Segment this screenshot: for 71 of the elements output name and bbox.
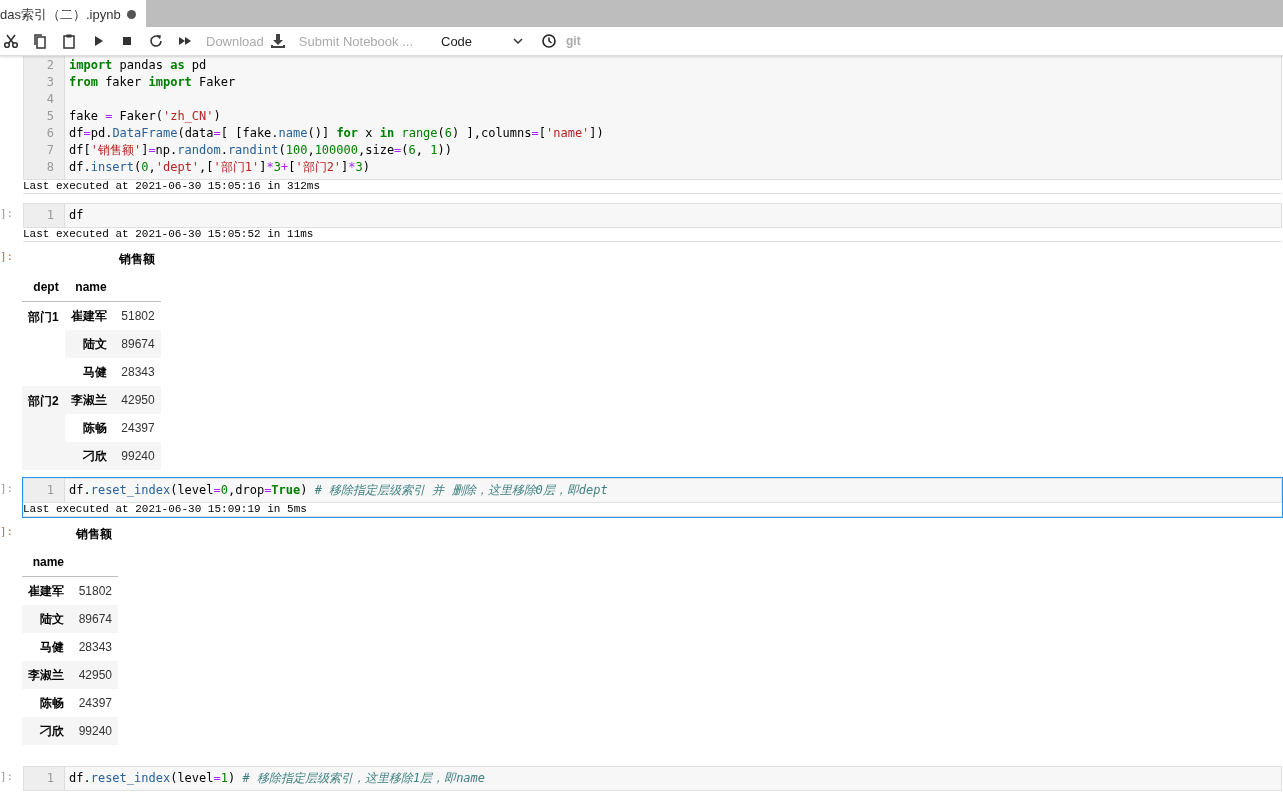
table-cell: 51802 (78, 584, 112, 598)
table-cell: 99240 (121, 449, 155, 463)
row-label: 陆文 (40, 611, 64, 626)
copy-icon[interactable] (32, 33, 48, 49)
code-line: fake = Faker('zh_CN') (69, 109, 221, 123)
line-number: 1 (46, 771, 54, 785)
column-header: 销售额 (76, 526, 112, 541)
cell-prompt: ]: (0, 770, 14, 783)
row-label: 崔建军 (28, 583, 64, 598)
table-cell: 28343 (121, 365, 155, 379)
scissors-icon[interactable] (3, 33, 19, 49)
table-cell: 24397 (121, 421, 155, 435)
execution-info: Last executed at 2021-06-30 15:05:52 in 11ms (23, 228, 314, 240)
code-cell[interactable]: 1 df.reset_index(level=1) # 移除指定层级索引，这里移除1层，即name (22, 765, 1283, 792)
table-cell: 89674 (78, 612, 112, 626)
notebook-tab[interactable]: das索引（二）.ipynb (0, 0, 146, 27)
table-cell: 24397 (78, 696, 112, 710)
cell-type-dropdown[interactable]: Code (441, 33, 523, 49)
column-header: 销售额 (118, 251, 155, 266)
table-cell: 42950 (78, 668, 112, 682)
line-number: 4 (46, 92, 54, 106)
code-cell[interactable] (22, 56, 1283, 195)
row-label: 马健 (82, 364, 107, 379)
line-number: 3 (46, 75, 54, 89)
code-line: df.insert(0,'dept',['部门1']*3+['部门2']*3) (69, 160, 371, 174)
line-number: 8 (46, 160, 54, 174)
index-name: dept (33, 280, 59, 294)
cell-prompt: ]: (0, 482, 14, 495)
table-cell: 42950 (121, 393, 155, 407)
code-line: df['销售额']=np.random.randint(100,100000,size=(6, 1)) (69, 143, 452, 157)
line-number: 2 (46, 58, 54, 72)
row-label: 李淑兰 (70, 392, 107, 407)
row-label: 陆文 (82, 336, 107, 351)
line-number: 1 (46, 208, 54, 222)
cell-prompt: ]: (0, 207, 14, 220)
index-label: 部门1 (28, 310, 59, 324)
execution-info: Last executed at 2021-06-30 15:09:19 in 5ms (23, 503, 307, 515)
row-label: 刁欣 (82, 448, 107, 463)
execution-info: Last executed at 2021-06-30 15:05:16 in 312ms (23, 180, 321, 192)
line-number: 5 (46, 109, 54, 123)
code-line: df.reset_index(level=1) # 移除指定层级索引，这里移除1层，即name (69, 771, 486, 785)
table-cell: 89674 (121, 337, 155, 351)
code-line: import pandas as pd (69, 58, 207, 72)
table-cell: 28343 (78, 640, 112, 654)
table-cell: 51802 (121, 309, 155, 323)
output-prompt: ]: (0, 525, 14, 538)
row-label: 李淑兰 (28, 667, 64, 682)
git-label: git (566, 34, 581, 48)
output-prompt: ]: (0, 250, 14, 263)
index-label: 部门2 (28, 394, 59, 408)
row-label: 崔建军 (70, 308, 107, 323)
code-line: df=pd.DataFrame(data=[ [fake.name()] for x in range(6) ],columns=['name']) (69, 126, 604, 140)
restart-icon[interactable] (148, 33, 164, 49)
clock-icon[interactable] (541, 33, 557, 49)
clipboard-icon[interactable] (61, 33, 77, 49)
index-name: name (32, 555, 64, 569)
caret-icon (513, 37, 523, 45)
line-number: 6 (46, 126, 54, 140)
code-cell[interactable]: 1 df.reset_index(level=0,drop=True) # 移除指定层级索引 并 删除，这里移除0层，即dept Last executed at 2021-06-30 15:09:19 in 5ms (22, 477, 1283, 518)
code-line: from faker import Faker (69, 75, 236, 89)
row-label: 陈畅 (82, 420, 107, 435)
row-label: 陈畅 (40, 695, 64, 710)
index-name: name (75, 280, 107, 294)
code-line: df (69, 208, 84, 222)
line-number: 1 (46, 483, 54, 497)
download-icon[interactable] (269, 33, 286, 49)
row-label: 刁欣 (40, 723, 64, 738)
code-line: df.reset_index(level=0,drop=True) # 移除指定层级索引 并 删除，这里移除0层，即dept (69, 483, 608, 497)
table-cell: 99240 (78, 724, 112, 738)
line-number: 7 (46, 143, 54, 157)
row-label: 马健 (40, 639, 64, 654)
